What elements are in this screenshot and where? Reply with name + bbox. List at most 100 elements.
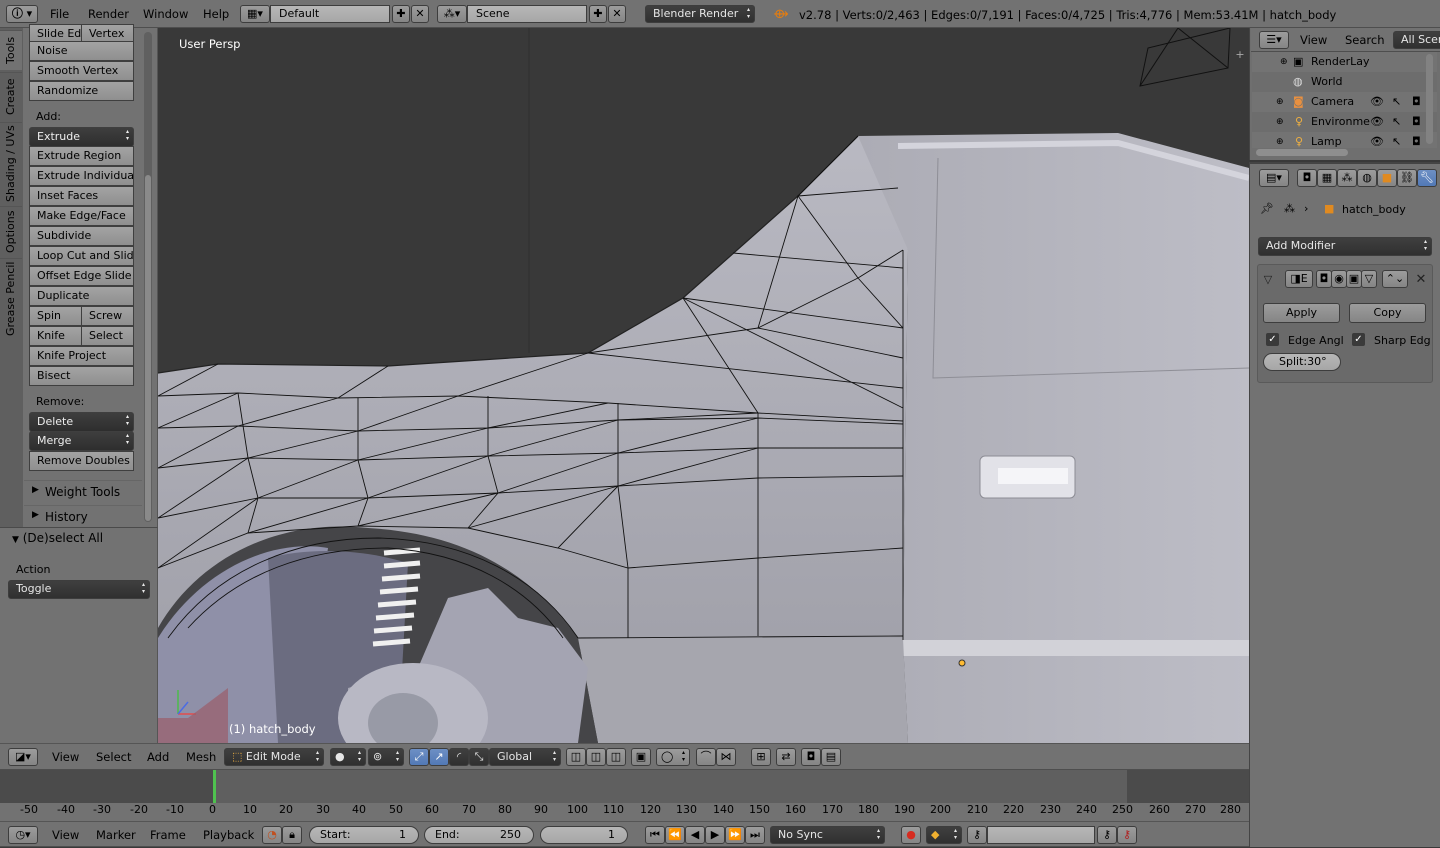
end-frame-field[interactable]: End: 250	[424, 826, 534, 844]
scene-icon-button[interactable]: ⁂▾	[437, 5, 467, 23]
delete-dropdown[interactable]: Delete	[29, 412, 134, 432]
jump-start-button[interactable]: ⏮	[645, 826, 665, 844]
scene-tab[interactable]: ⁂	[1337, 169, 1357, 187]
delete-keyframe-button[interactable]: ⚷	[1117, 826, 1137, 844]
render-camera-icon[interactable]: ◘	[1412, 92, 1421, 112]
prev-keyframe-button[interactable]: ⏪	[665, 826, 685, 844]
extrude-dropdown[interactable]: Extrude	[29, 127, 134, 147]
layout-icon-button[interactable]: ▦▾	[240, 5, 270, 23]
visibility-eye-icon[interactable]: 👁︎	[1370, 92, 1384, 112]
menu-timeline-view[interactable]: View	[52, 822, 79, 848]
tab-shading-uvs[interactable]: Shading / UVs	[0, 122, 22, 204]
menu-window[interactable]: Window	[143, 0, 188, 28]
extrude-individual-button[interactable]: Extrude Individual	[29, 166, 134, 186]
menu-outliner-view[interactable]: View	[1300, 28, 1327, 52]
outliner-row-camera[interactable]: ⊕ ◙ Camera 👁︎ ↖ ◘	[1252, 92, 1437, 112]
duplicate-button[interactable]: Duplicate	[29, 286, 134, 306]
merge-dropdown[interactable]: Merge	[29, 431, 134, 451]
object-tab[interactable]: ■	[1377, 169, 1397, 187]
add-scene-button[interactable]: ✚	[589, 5, 607, 23]
edge-angle-checkbox[interactable]: ✓	[1266, 333, 1279, 346]
snap-toggle-button[interactable]: ⌒	[696, 748, 716, 766]
tab-tools[interactable]: Tools	[0, 30, 22, 70]
select-cursor-icon[interactable]: ↖	[1392, 92, 1401, 112]
modifiers-tab[interactable]: 🔧︎	[1417, 169, 1437, 187]
action-dropdown[interactable]: Toggle	[8, 580, 150, 599]
snap-element-button[interactable]: ⋈	[716, 748, 736, 766]
outliner-row-environment[interactable]: ⊕ ♀ Environme 👁︎ ↖ ◘	[1252, 112, 1437, 132]
bisect-button[interactable]: Bisect	[29, 366, 134, 386]
split-angle-field[interactable]: Split:30°	[1263, 353, 1341, 371]
copy-layer-button[interactable]: ⇄	[776, 748, 796, 766]
remove-modifier-icon[interactable]: ✕	[1413, 271, 1429, 287]
outliner-vscrollbar[interactable]	[1426, 54, 1433, 144]
tab-grease-pencil[interactable]: Grease Pencil	[0, 258, 22, 338]
snap-target-button[interactable]: ⊞	[751, 748, 771, 766]
menu-select[interactable]: Select	[96, 744, 131, 771]
tab-create[interactable]: Create	[0, 72, 22, 120]
menu-marker[interactable]: Marker	[96, 822, 136, 848]
menu-frame[interactable]: Frame	[150, 822, 186, 848]
translate-manipulator-button[interactable]: ⤢	[409, 748, 429, 766]
3d-editor-type-button[interactable]: ◪▾	[8, 748, 38, 766]
insert-keyframe-button[interactable]: ⚷	[1097, 826, 1117, 844]
menu-help[interactable]: Help	[203, 0, 229, 28]
sharp-edges-checkbox[interactable]: ✓	[1352, 333, 1365, 346]
collapse-arrow-icon[interactable]: ▽	[1262, 272, 1274, 286]
show-cage-toggle[interactable]: ▽	[1361, 270, 1377, 288]
properties-editor-type-button[interactable]: ▤▾	[1259, 169, 1289, 187]
apply-button[interactable]: Apply	[1263, 303, 1340, 323]
remove-scene-button[interactable]: ✕	[608, 5, 626, 23]
pivot-dropdown[interactable]: ⊚	[368, 748, 404, 766]
lock-range-button[interactable]: 🔒︎	[282, 826, 302, 844]
outliner-scope-dropdown[interactable]: All Scen	[1393, 31, 1440, 49]
limit-selection-button[interactable]: ▣	[631, 748, 651, 766]
3d-viewport[interactable]: User Persp (1) hatch_body +	[158, 28, 1249, 743]
jump-end-button[interactable]: ⏭	[745, 826, 765, 844]
history-panel[interactable]: ▶ History	[24, 505, 142, 527]
noise-button[interactable]: Noise	[29, 41, 134, 61]
operator-title[interactable]: ▼ (De)select All	[12, 531, 103, 545]
menu-search[interactable]: Search	[1345, 28, 1385, 52]
render-button[interactable]: ◘	[801, 748, 821, 766]
outliner-row-lamp[interactable]: ⊕ ♀ Lamp 👁︎ ↖ ◘	[1252, 132, 1437, 148]
extrude-region-button[interactable]: Extrude Region	[29, 146, 134, 166]
menu-view[interactable]: View	[52, 744, 79, 771]
add-layout-button[interactable]: ✚	[392, 5, 410, 23]
menu-mesh[interactable]: Mesh	[186, 744, 216, 771]
world-tab[interactable]: ◍	[1357, 169, 1377, 187]
edge-select-button[interactable]: ◫	[586, 748, 606, 766]
render-tab[interactable]: ◘	[1297, 169, 1317, 187]
show-render-toggle[interactable]: ◘	[1316, 270, 1332, 288]
loop-cut-slide-button[interactable]: Loop Cut and Slide	[29, 246, 134, 266]
screw-button[interactable]: Screw	[81, 306, 134, 326]
remove-layout-button[interactable]: ✕	[411, 5, 429, 23]
knife-button[interactable]: Knife	[29, 326, 82, 346]
auto-keying-button[interactable]: ●	[901, 826, 921, 844]
menu-playback[interactable]: Playback	[203, 822, 254, 848]
constraints-tab[interactable]: ⛓	[1397, 169, 1417, 187]
menu-add[interactable]: Add	[147, 744, 169, 771]
keying-mode-dropdown[interactable]: ◆	[926, 826, 962, 844]
select-cursor-icon[interactable]: ↖	[1392, 132, 1401, 148]
proportional-edit-dropdown[interactable]: ◯	[656, 748, 690, 766]
subdivide-button[interactable]: Subdivide	[29, 226, 134, 246]
visibility-eye-icon[interactable]: 👁︎	[1370, 112, 1384, 132]
remove-doubles-button[interactable]: Remove Doubles	[29, 451, 134, 471]
weight-tools-panel[interactable]: ▶ Weight Tools	[24, 480, 142, 502]
rotate-gizmo-button[interactable]: ◜	[449, 748, 469, 766]
render-camera-icon[interactable]: ◘	[1412, 112, 1421, 132]
offset-edge-slide-button[interactable]: Offset Edge Slide	[29, 266, 134, 286]
editor-type-button[interactable]: ⓘ ▾	[6, 5, 38, 23]
randomize-button[interactable]: Randomize	[29, 81, 134, 101]
outliner-editor-type-button[interactable]: ☰▾	[1259, 31, 1289, 49]
knife-select-button[interactable]: Select	[81, 326, 134, 346]
face-select-button[interactable]: ◫	[606, 748, 626, 766]
layout-field[interactable]: Default	[270, 5, 390, 23]
preview-range-button[interactable]: ◔	[262, 826, 282, 844]
shading-dropdown[interactable]: ●	[330, 748, 366, 766]
move-modifier-button[interactable]: ⌃⌄	[1382, 270, 1408, 288]
next-keyframe-button[interactable]: ⏩	[725, 826, 745, 844]
current-frame-marker[interactable]	[213, 770, 216, 803]
sync-dropdown[interactable]: No Sync	[770, 826, 885, 844]
